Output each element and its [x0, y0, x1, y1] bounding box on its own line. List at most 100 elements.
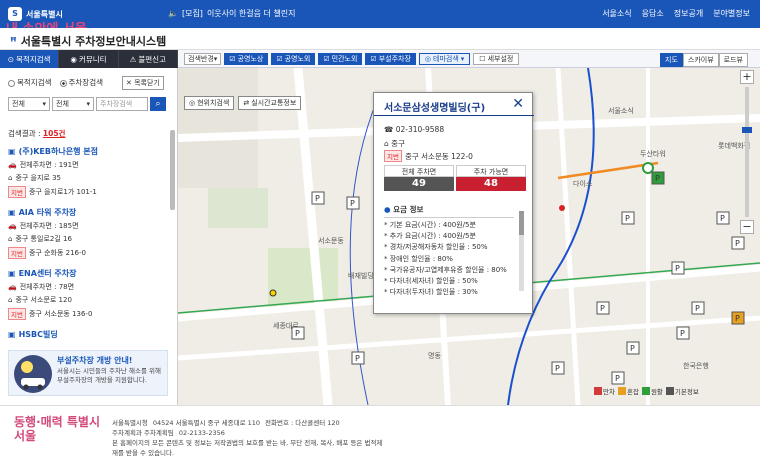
location-icon: ⌂	[8, 235, 13, 243]
radio-destination-search[interactable]: 목적지검색	[8, 77, 52, 88]
tab-complaint[interactable]: ⚠ 불편신고	[118, 50, 178, 68]
svg-text:P: P	[600, 304, 605, 313]
popup-addr: 지번 중구 서소문동 122-0	[384, 150, 473, 162]
radio-label: 주차장검색	[68, 78, 104, 87]
parking-marker-icon[interactable]: P	[651, 171, 665, 185]
parking-marker-icon[interactable]: P	[716, 211, 730, 225]
list-item[interactable]: ▣ AIA 타워 주차장 🚗 전체주차면 : 185면 ⌂ 중구 통일로2길 16 지…	[8, 207, 168, 259]
select-value: 전체	[56, 100, 69, 108]
map-place-label: 서소문동	[318, 236, 344, 245]
zoom-control: + −	[740, 70, 754, 240]
item-name[interactable]: ENA센터 주차장	[19, 268, 77, 279]
filter-public-street-button[interactable]: ☑ 공영노상	[224, 53, 269, 65]
list-item[interactable]: ▣ ENA센터 주차장 🚗 전체주차면 : 78면 ⌂ 중구 서소문로 120 지번 중…	[8, 268, 168, 320]
magnifier-icon: ⌕	[155, 99, 161, 109]
parking-info-popup: 서소문삼성생명빌딩(구) ✕ ☎ 02-310-9588 ⌂ 중구 지번 중구 서…	[373, 92, 534, 314]
tab-community[interactable]: ◉ 커뮤니티	[59, 50, 119, 68]
item-name[interactable]: (주)KEB하나은행 본점	[19, 146, 98, 157]
parking-marker-icon[interactable]: P	[676, 326, 690, 340]
theme-search-button[interactable]: ◎ 테마검색 ▾	[418, 53, 471, 65]
tab-destination-search[interactable]: ⊙ 목적지검색	[0, 50, 60, 68]
list-item[interactable]: ▣ HSBC빌딩	[8, 329, 168, 340]
top-links: 서울소식 응답소 정보공개 분야별정보	[602, 8, 750, 19]
radio-icon	[8, 79, 15, 87]
radio-parking-search[interactable]: 주차장검색	[59, 77, 104, 88]
fee-item: * 기본 요금(시간) : 400원/5분	[384, 221, 476, 229]
zoom-slider[interactable]	[742, 87, 752, 217]
footer-copyright: 본 홈페이지의 모든 콘텐츠 및 정보는 저작권법의 보호를 받는 바, 무단 …	[112, 439, 383, 447]
checkbox-icon: ☐	[479, 55, 486, 63]
zoom-out-button[interactable]: −	[740, 220, 754, 234]
link-field-info[interactable]: 분야별정보	[713, 8, 750, 19]
link-eungdapso[interactable]: 응답소	[642, 8, 664, 19]
parking-marker-icon[interactable]: P	[691, 301, 705, 315]
footer-copyright-2: 재를 받을 수 있습니다.	[112, 449, 175, 457]
legend-label: 원활	[650, 388, 663, 396]
item-name[interactable]: AIA 타워 주차장	[19, 207, 77, 218]
link-seoul-news[interactable]: 서울소식	[602, 8, 631, 19]
filter-attached-parking-button[interactable]: ☑ 부설주차장	[365, 53, 416, 65]
parking-marker-icon[interactable]: P	[291, 326, 305, 340]
input-placeholder: 주차장검색	[100, 100, 133, 108]
parking-marker-icon[interactable]: P	[596, 301, 610, 315]
type-select[interactable]: 전체 ▾	[52, 97, 94, 111]
scroll-thumb[interactable]	[519, 211, 524, 235]
page-title[interactable]: ꟸ 서울특별시 주차정보안내시스템	[10, 33, 166, 49]
notice-banner[interactable]: 🔈 [모집] 이웃사이 한걸음 더 챌린지	[168, 8, 296, 19]
location-icon: ⌂	[8, 296, 13, 304]
traffic-info-button[interactable]: ⇄ 실시간교통정보	[238, 96, 302, 110]
radius-select[interactable]: 검색반경 ▾	[184, 53, 222, 65]
parking-marker-icon[interactable]: P	[551, 361, 565, 375]
parking-marker-icon[interactable]: P	[621, 211, 635, 225]
item-name[interactable]: HSBC빌딩	[19, 329, 58, 340]
parking-marker-icon[interactable]: P	[611, 371, 625, 385]
settings-button[interactable]: ☐ 세부설정	[473, 53, 520, 65]
community-icon: ◉	[70, 54, 77, 64]
close-list-button[interactable]: ✕ 목록닫기	[122, 76, 164, 90]
parking-search-input[interactable]: 주차장검색	[96, 97, 148, 111]
car-icon: 🚗	[8, 161, 17, 169]
parking-marker-icon[interactable]: P	[731, 311, 745, 325]
list-item[interactable]: ▣ (주)KEB하나은행 본점 🚗 전체주차면 : 191면 ⌂ 중구 을지로 35 …	[8, 146, 168, 198]
button-label: 부설주차장	[378, 55, 411, 63]
car-icon: 🚗	[8, 222, 17, 230]
parking-icon: ▣	[8, 147, 16, 156]
district-select[interactable]: 전체 ▾	[8, 97, 50, 111]
zoom-handle[interactable]	[742, 127, 752, 133]
list-scrollbar[interactable]	[170, 130, 175, 210]
zoom-in-button[interactable]: +	[740, 70, 754, 84]
parking-marker-icon[interactable]: P	[671, 261, 685, 275]
item-total: 전체주차면 : 191면	[19, 161, 79, 169]
parking-marker-icon[interactable]: P	[351, 351, 365, 365]
svg-text:P: P	[695, 304, 700, 313]
location-icon: ⌂	[8, 174, 13, 182]
chevron-down-icon: ▾	[42, 100, 46, 108]
map-type-map[interactable]: 지도	[660, 53, 683, 67]
svg-text:P: P	[675, 264, 680, 273]
fee-item: * 국가유공자/고엽제후유증 할인율 : 80%	[384, 265, 507, 274]
close-icon[interactable]: ✕	[512, 96, 524, 112]
filter-private-offstreet-button[interactable]: ☑ 민간노외	[318, 53, 363, 65]
filter-public-offstreet-button[interactable]: ☑ 공영노외	[271, 53, 316, 65]
footer-brand: 동행·매력 특별시 서울	[14, 415, 101, 443]
parking-marker-icon[interactable]: P	[346, 196, 360, 210]
item-road-addr: 중구 통일로2길 16	[15, 235, 72, 243]
site-title-label: 서울특별시 주차정보안내시스템	[20, 35, 167, 48]
total-spaces: 전체 주차면 49	[384, 165, 454, 191]
popup-scrollbar[interactable]	[519, 211, 524, 291]
checkbox-icon: ☑	[276, 55, 283, 63]
parking-marker-icon[interactable]: P	[311, 191, 325, 205]
tab-label: 목적지검색	[16, 54, 51, 64]
svg-text:P: P	[735, 239, 740, 248]
item-total: 전체주차면 : 185면	[19, 222, 79, 230]
map-filter-tools: 검색반경 ▾ ☑ 공영노상 ☑ 공영노외 ☑ 민간노외 ☑ 부설주차장 ◎ 테마검색 ▾ ☐ 세…	[184, 53, 520, 65]
promo-banner[interactable]: 부설주차장 개방 안내! 서울시는 시민들의 주차난 해소를 위해 부설주차장의…	[8, 350, 168, 396]
map-type-skyview[interactable]: 스카이뷰	[682, 53, 719, 67]
parking-marker-icon[interactable]: P	[626, 341, 640, 355]
current-location-button[interactable]: ◎ 현위치검색	[184, 96, 235, 110]
phone-icon: ☎	[384, 125, 394, 134]
map-type-roadview[interactable]: 로드뷰	[718, 53, 748, 67]
search-button[interactable]: ⌕	[150, 97, 166, 111]
radio-selected-icon	[59, 79, 67, 87]
link-info-disclosure[interactable]: 정보공개	[674, 8, 703, 19]
